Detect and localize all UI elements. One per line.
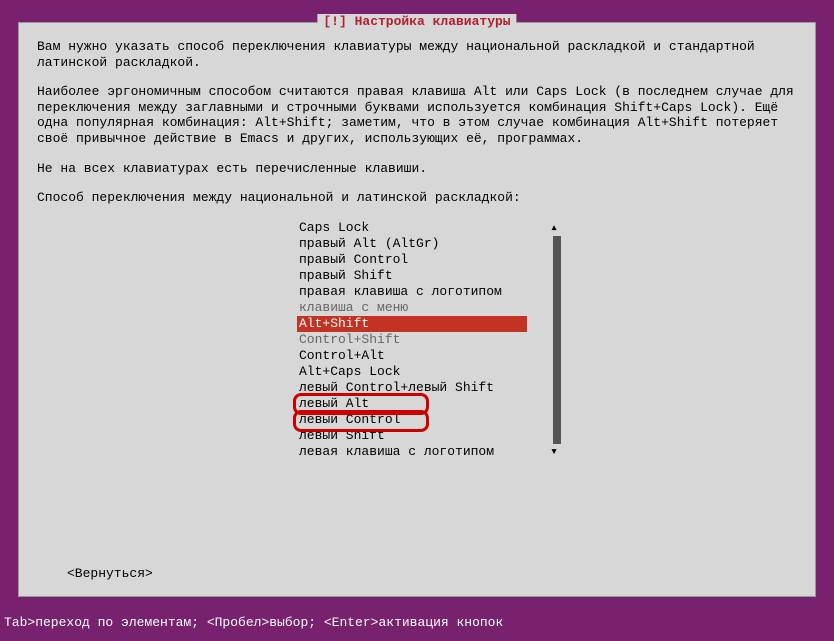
prompt-label: Способ переключения между национальной и… [37,190,797,206]
intro-text-1: Вам нужно указать способ переключения кл… [37,39,797,70]
intro-text-3: Не на всех клавиатурах есть перечисленны… [37,161,797,177]
scroll-up-icon[interactable]: ▴ [547,220,561,236]
option-5[interactable]: клавиша с меню [297,300,547,316]
back-button[interactable]: <Вернуться> [67,566,153,582]
option-12[interactable]: левый Control [297,412,547,428]
option-10[interactable]: левый Control+левый Shift [297,380,547,396]
option-14[interactable]: левая клавиша с логотипом [297,444,547,460]
option-7[interactable]: Control+Shift [297,332,547,348]
scrollbar-track[interactable] [553,236,561,444]
keyboard-config-dialog: [!] Настройка клавиатуры Вам нужно указа… [18,22,816,597]
intro-text-2: Наиболее эргономичным способом считаются… [37,84,797,146]
option-1[interactable]: правый Alt (AltGr) [297,236,547,252]
option-0[interactable]: Caps Lock [297,220,547,236]
dialog-content: Вам нужно указать способ переключения кл… [19,23,815,468]
option-8[interactable]: Control+Alt [297,348,547,364]
option-3[interactable]: правый Shift [297,268,547,284]
option-11[interactable]: левый Alt [297,396,547,412]
layout-switch-listbox[interactable]: ▴ ▾ Caps Lockправый Alt (AltGr)правый Co… [297,220,547,460]
status-bar: Tab>переход по элементам; <Пробел>выбор;… [0,615,834,631]
option-4[interactable]: правая клавиша с логотипом [297,284,547,300]
scroll-down-icon[interactable]: ▾ [547,444,561,460]
status-text: Tab>переход по элементам; <Пробел>выбор;… [4,615,503,630]
option-9[interactable]: Alt+Caps Lock [297,364,547,380]
option-2[interactable]: правый Control [297,252,547,268]
option-13[interactable]: левый Shift [297,428,547,444]
option-6[interactable]: Alt+Shift [297,316,527,332]
dialog-title: [!] Настройка клавиатуры [317,14,516,30]
